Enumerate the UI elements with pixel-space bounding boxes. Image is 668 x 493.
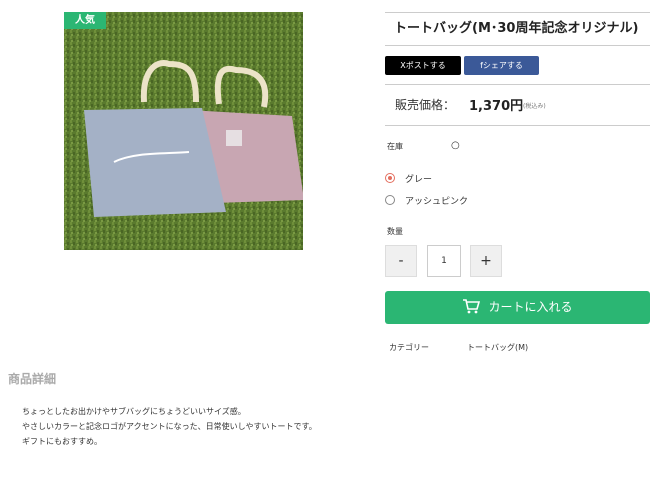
- price-row: 販売価格： 1,370円 (税込み): [385, 84, 650, 126]
- quantity-input[interactable]: 1: [427, 245, 461, 277]
- category-label: カテゴリー: [389, 343, 429, 352]
- stock-status: ○: [451, 140, 460, 151]
- stock-label: 在庫: [387, 142, 403, 151]
- tax-note: (税込み): [523, 103, 546, 110]
- description-line: ちょっとしたお出かけやサブバッグにちょうどいいサイズ感。: [22, 407, 246, 416]
- x-post-button[interactable]: Xポストする: [385, 56, 461, 75]
- quantity-label: 数量: [387, 227, 403, 236]
- add-to-cart-label: カートに入れる: [488, 300, 573, 314]
- category-link[interactable]: トートバッグ(M): [467, 342, 528, 353]
- add-to-cart-button[interactable]: カートに入れる: [385, 291, 650, 324]
- quantity-plus-button[interactable]: +: [470, 245, 502, 277]
- price-label: 販売価格：: [395, 98, 456, 112]
- product-image: 人気: [64, 12, 303, 250]
- option-ash-pink-label[interactable]: アッシュピンク: [405, 194, 468, 207]
- option-ash-pink-radio[interactable]: [385, 195, 395, 205]
- facebook-share-button[interactable]: fシェアする: [464, 56, 539, 75]
- option-gray-radio[interactable]: [385, 173, 395, 183]
- price-value: 1,370円: [469, 99, 524, 114]
- cart-icon: [463, 298, 481, 313]
- description-line: やさしいカラーと記念ロゴがアクセントになった、日常使いしやすいトートです。: [22, 422, 317, 431]
- description-line: ギフトにもおすすめ。: [22, 437, 102, 446]
- option-gray-label[interactable]: グレー: [405, 172, 432, 185]
- product-details-heading: 商品詳細: [8, 372, 57, 386]
- quantity-minus-button[interactable]: -: [385, 245, 417, 277]
- popular-badge: 人気: [64, 12, 106, 29]
- product-title: トートバッグ(M･30周年記念オリジナル): [385, 12, 650, 46]
